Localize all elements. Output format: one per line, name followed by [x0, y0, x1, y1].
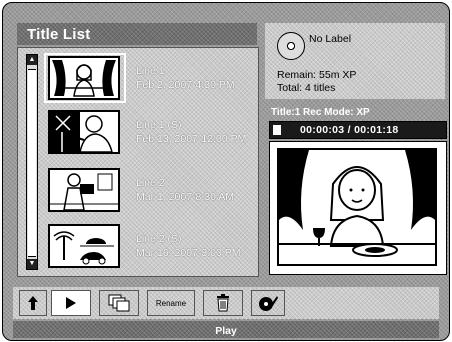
title-info: Line 2 (S) Mar 16, 2007-3:00 PM	[136, 232, 240, 260]
trash-icon[interactable]	[203, 290, 243, 316]
title-date: Mar 16, 2007-3:00 PM	[136, 247, 241, 259]
title-row-4[interactable]: Line 2 (S) Mar 16, 2007-3:00 PM	[44, 224, 254, 270]
rename-button[interactable]: Rename	[147, 290, 195, 316]
title-info: Line 2 Mar 1, 2007-8:30 AM	[136, 176, 234, 204]
scrollbar[interactable]: ▲ ▼	[26, 54, 38, 270]
title-thumbnail	[48, 56, 120, 100]
playback-time: 00:00:03 / 00:01:18	[300, 124, 399, 136]
status-bar: Play	[13, 321, 439, 338]
title-row-2[interactable]: Line 1 (S) Feb 13, 2007-12:00 PM	[44, 110, 254, 156]
toolbar: Rename	[13, 287, 439, 319]
scroll-up-icon[interactable]: ▲	[27, 55, 37, 65]
title-list-panel: ▲ ▼ Line 1 Feb 2, 2007-4:30 PM Line 1 (S…	[17, 47, 259, 277]
rename-label: Rename	[155, 298, 187, 308]
title-thumbnail	[48, 110, 120, 154]
title-date: Mar 1, 2007-8:30 AM	[136, 191, 235, 203]
stop-indicator-icon	[273, 125, 281, 135]
title-info: Line 1 (S) Feb 13, 2007-12:00 PM	[136, 118, 246, 146]
playback-time-bar: 00:00:03 / 00:01:18	[269, 121, 447, 139]
page-title: Title List	[27, 26, 91, 43]
title-name: Line 2	[136, 177, 165, 189]
title-name: Line 1	[136, 65, 165, 77]
title-info: Line 1 Feb 2, 2007-4:30 PM	[136, 64, 235, 92]
title-row-1[interactable]: Line 1 Feb 2, 2007-4:30 PM	[44, 53, 254, 103]
title-thumbnail	[48, 168, 120, 212]
disc-remain: Remain: 55m XP	[277, 69, 357, 81]
disc-icon	[277, 32, 305, 60]
title-name: Line 2 (S)	[136, 233, 182, 245]
title-date: Feb 13, 2007-12:00 PM	[136, 133, 247, 145]
title-date: Feb 2, 2007-4:30 PM	[136, 79, 235, 91]
title-row-3[interactable]: Line 2 Mar 1, 2007-8:30 AM	[44, 168, 254, 214]
copy-icon[interactable]	[99, 290, 139, 316]
disc-total: Total: 4 titles	[277, 82, 336, 94]
title-thumbnail	[48, 224, 120, 268]
status-text: Play	[215, 325, 237, 337]
title-rec-mode: Title:1 Rec Mode: XP	[271, 107, 370, 118]
dvd-recorder-screen: Title List ▲ ▼ Line 1 Feb 2, 2007-4:30 P…	[2, 2, 450, 341]
title-name: Line 1 (S)	[136, 119, 182, 131]
disc-label: No Label	[309, 33, 352, 45]
scroll-thumb[interactable]	[28, 69, 36, 257]
title-list-header: Title List	[17, 23, 257, 45]
play-icon[interactable]	[51, 290, 91, 316]
disc-edit-icon[interactable]	[251, 290, 285, 316]
preview-panel	[269, 141, 447, 275]
preview-image	[277, 148, 437, 266]
up-arrow-icon[interactable]	[19, 290, 47, 316]
disc-info-panel: No Label Remain: 55m XP Total: 4 titles	[265, 23, 445, 99]
scroll-down-icon[interactable]: ▼	[27, 259, 37, 269]
